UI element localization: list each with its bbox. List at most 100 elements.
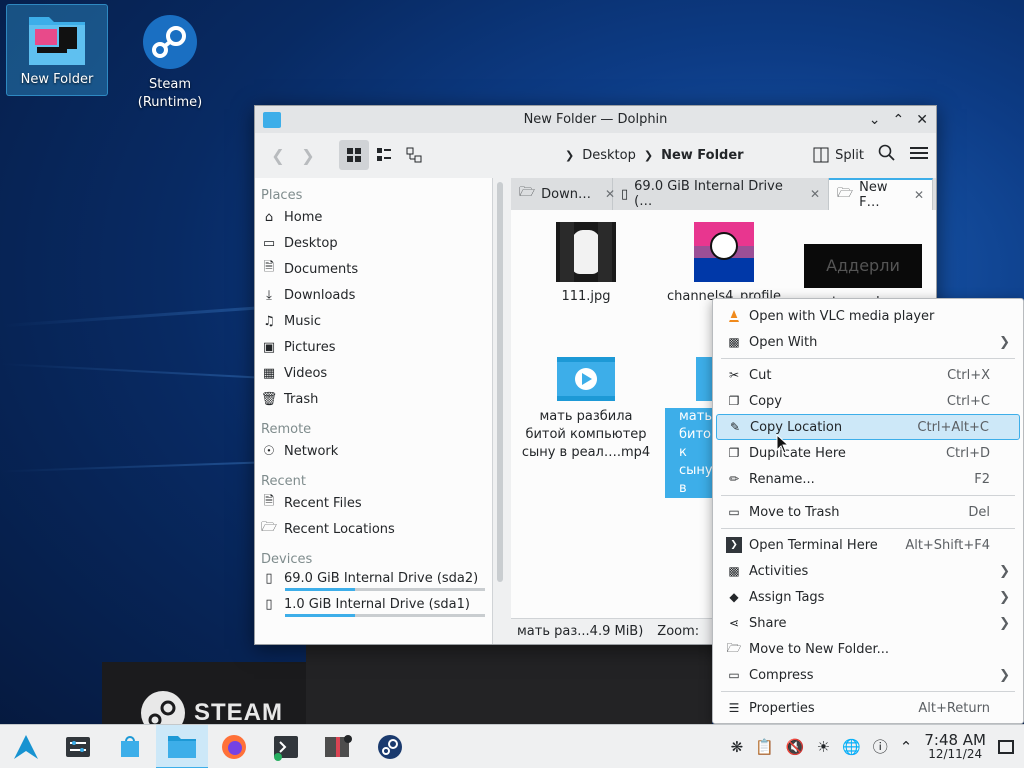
places-item-documents[interactable]: 🗎 Documents xyxy=(255,256,492,282)
app-launcher-icon[interactable] xyxy=(0,725,52,768)
menu-item-move-to-new-folder[interactable]: 🗁 Move to New Folder... xyxy=(716,636,1020,662)
places-item-network[interactable]: ☉ Network xyxy=(255,438,492,464)
details-view-icon[interactable] xyxy=(399,140,429,170)
menu-item-label: Properties xyxy=(749,700,815,716)
chevron-right-icon: ❯ xyxy=(999,615,1010,631)
update-icon[interactable]: ⓘ xyxy=(873,736,888,757)
icons-view-icon[interactable] xyxy=(339,140,369,170)
desktop-icon: ▭ xyxy=(262,235,276,251)
desktop-icon-steam-runtime[interactable]: Steam (Runtime) xyxy=(120,4,220,112)
menu-item-move-to-trash[interactable]: ▭ Move to Trash Del xyxy=(716,499,1020,525)
titlebar[interactable]: New Folder — Dolphin ⌄ ⌃ ✕ xyxy=(255,106,936,133)
breadcrumb-new-folder[interactable]: New Folder xyxy=(661,148,744,163)
places-item-home[interactable]: ⌂ Home xyxy=(255,204,492,230)
menu-item-duplicate-here[interactable]: ❐ Duplicate Here Ctrl+D xyxy=(716,440,1020,466)
file-item[interactable]: 111.jpg xyxy=(516,222,656,306)
clock-date: 12/11/24 xyxy=(928,746,983,761)
drive-usage-fill xyxy=(285,614,355,617)
menu-item-open-terminal[interactable]: ❯ Open Terminal Here Alt+Shift+F4 xyxy=(716,532,1020,558)
close-icon[interactable]: ✕ xyxy=(916,112,928,128)
menu-item-label: Compress xyxy=(749,667,814,683)
places-item-pictures[interactable]: ▣ Pictures xyxy=(255,334,492,360)
menu-item-copy[interactable]: ❐ Copy Ctrl+C xyxy=(716,388,1020,414)
dolphin-task-icon[interactable] xyxy=(156,724,208,768)
menu-item-assign-tags[interactable]: ◆ Assign Tags ❯ xyxy=(716,584,1020,610)
places-item-label: Pictures xyxy=(284,339,336,355)
split-button[interactable]: Split xyxy=(813,147,864,163)
tab-internal-drive[interactable]: ▯ 69.0 GiB Internal Drive (… ✕ xyxy=(613,178,829,210)
places-item-trash[interactable]: 🗑 Trash xyxy=(255,386,492,412)
places-item-downloads[interactable]: ⤓ Downloads xyxy=(255,282,492,308)
show-desktop-icon[interactable] xyxy=(998,739,1014,754)
folder-icon: 🗁 xyxy=(519,185,536,200)
menu-item-compress[interactable]: ▭ Compress ❯ xyxy=(716,662,1020,688)
tray-expand-icon[interactable]: ⌃ xyxy=(900,738,913,756)
menu-item-copy-location[interactable]: ✎ Copy Location Ctrl+Alt+C xyxy=(716,414,1020,440)
folder-icon xyxy=(27,11,87,67)
places-item-music[interactable]: ♫ Music xyxy=(255,308,492,334)
firefox-task-icon[interactable] xyxy=(208,725,260,768)
places-item-drive-sda2[interactable]: ▯ 69.0 GiB Internal Drive (sda2) xyxy=(255,568,492,588)
menu-shortcut: Alt+Return xyxy=(918,700,990,716)
status-text: мать раз...4.9 MiB) xyxy=(517,624,644,639)
places-item-label: Recent Files xyxy=(284,495,362,511)
brightness-icon[interactable]: ☀ xyxy=(817,738,830,756)
terminal-task-icon[interactable] xyxy=(260,725,312,768)
recent-locations-icon: 🗁 xyxy=(260,520,278,535)
places-item-label: Desktop xyxy=(284,235,338,251)
places-item-label: Network xyxy=(284,443,339,459)
menu-item-activities[interactable]: ▩ Activities ❯ xyxy=(716,558,1020,584)
tab-downloads[interactable]: 🗁 Down… ✕ xyxy=(511,178,615,210)
file-name: сыну в реал….mp4 xyxy=(521,445,651,460)
tab-new-folder[interactable]: 🗁 New F… ✕ xyxy=(829,178,933,210)
file-name: мать разбила xyxy=(539,409,633,424)
places-item-drive-sda1[interactable]: ▯ 1.0 GiB Internal Drive (sda1) xyxy=(255,594,492,614)
places-item-recent-locations[interactable]: 🗁 Recent Locations xyxy=(255,516,492,542)
context-menu: Open with VLC media player ▩ Open With ❯ ✂… xyxy=(712,298,1024,724)
desktop-icon-label: Steam xyxy=(149,77,191,92)
trash-icon: 🗑 xyxy=(260,391,278,407)
file-item-selected[interactable]: мать битой к сыну в xyxy=(665,356,717,498)
minimize-icon[interactable]: ⌄ xyxy=(869,112,881,128)
menu-item-share[interactable]: ⋖ Share ❯ xyxy=(716,610,1020,636)
menu-item-properties[interactable]: ☰ Properties Alt+Return xyxy=(716,695,1020,721)
close-tab-icon[interactable]: ✕ xyxy=(914,188,924,202)
hamburger-menu-icon[interactable] xyxy=(910,145,928,165)
media-player-task-icon[interactable] xyxy=(312,725,364,768)
maximize-icon[interactable]: ⌃ xyxy=(893,112,905,128)
back-icon[interactable]: ❮ xyxy=(263,140,293,170)
clipboard-icon[interactable]: 📋 xyxy=(755,738,774,756)
system-settings-task-icon[interactable] xyxy=(52,725,104,768)
breadcrumb-desktop[interactable]: Desktop xyxy=(582,148,636,163)
split-icon xyxy=(813,147,829,163)
menu-item-open-with-vlc[interactable]: Open with VLC media player xyxy=(716,303,1020,329)
activities-icon: ▩ xyxy=(728,564,740,578)
drive-usage-bar xyxy=(285,614,485,617)
drive-usage-bar xyxy=(285,588,485,591)
volume-muted-icon[interactable]: 🔇 xyxy=(786,738,805,756)
menu-item-label: Move to New Folder... xyxy=(749,641,890,657)
file-item[interactable]: мать разбила битой компьютер сыну в реал… xyxy=(516,356,656,462)
places-item-desktop[interactable]: ▭ Desktop xyxy=(255,230,492,256)
places-item-videos[interactable]: ▦ Videos xyxy=(255,360,492,386)
search-icon[interactable] xyxy=(878,144,896,166)
menu-separator xyxy=(721,495,1015,496)
menu-item-label: Open Terminal Here xyxy=(749,537,878,553)
digital-clock[interactable]: 7:48 AM 12/11/24 xyxy=(924,732,986,761)
steam-tray-icon[interactable]: ❋ xyxy=(731,738,744,756)
steam-task-icon[interactable] xyxy=(364,725,416,768)
discover-task-icon[interactable] xyxy=(104,725,156,768)
file-item[interactable]: channels4_profile xyxy=(654,222,794,306)
close-tab-icon[interactable]: ✕ xyxy=(810,187,820,201)
menu-item-rename[interactable]: ✏ Rename... F2 xyxy=(716,466,1020,492)
menu-separator xyxy=(721,691,1015,692)
image-thumbnail: Аддерли xyxy=(804,244,922,288)
menu-item-cut[interactable]: ✂ Cut Ctrl+X xyxy=(716,362,1020,388)
network-tray-icon[interactable]: 🌐 xyxy=(842,738,861,756)
compact-view-icon[interactable] xyxy=(369,140,399,170)
places-scrollbar[interactable] xyxy=(497,182,503,582)
menu-item-open-with[interactable]: ▩ Open With ❯ xyxy=(716,329,1020,355)
forward-icon[interactable]: ❯ xyxy=(293,140,323,170)
desktop-icon-new-folder[interactable]: New Folder xyxy=(6,4,108,96)
places-item-recent-files[interactable]: 🗎 Recent Files xyxy=(255,490,492,516)
